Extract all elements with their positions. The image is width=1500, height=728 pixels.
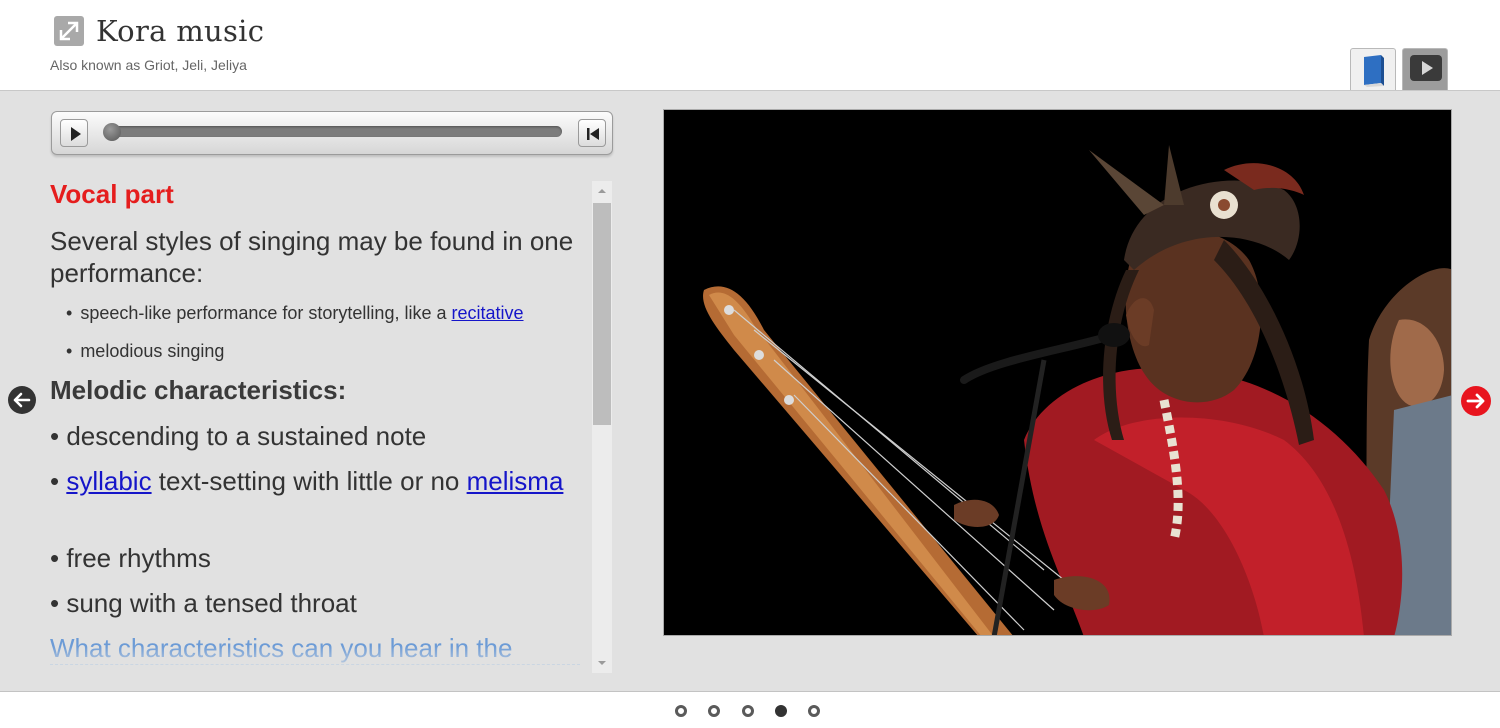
progress-track[interactable]	[104, 126, 562, 137]
list-item: • descending to a sustained note	[50, 421, 427, 451]
melisma-link[interactable]: melisma	[467, 466, 564, 496]
performer-photo	[663, 109, 1452, 636]
play-icon	[71, 127, 81, 141]
skip-back-icon	[587, 128, 599, 140]
melodic-heading: Melodic characteristics:	[50, 375, 347, 405]
progress-handle[interactable]	[103, 123, 121, 141]
list-item: • speech-like performance for storytellin…	[66, 303, 524, 323]
scrollbar[interactable]	[592, 181, 612, 673]
chevron-down-icon	[598, 661, 606, 665]
performer-image	[664, 110, 1451, 635]
list-item: • free rhythms	[50, 543, 211, 573]
page-dot-3[interactable]	[742, 705, 754, 717]
next-button[interactable]	[1460, 385, 1492, 417]
pager	[0, 705, 1500, 725]
list-item-text: free rhythms	[66, 543, 211, 573]
arrow-left-icon	[8, 386, 36, 414]
syllabic-link[interactable]: syllabic	[66, 466, 151, 496]
list-item: • melodious singing	[66, 341, 225, 361]
audio-player	[51, 111, 613, 155]
list-item-text: sung with a tensed throat	[66, 588, 357, 618]
chevron-up-icon	[598, 189, 606, 193]
play-button[interactable]	[60, 119, 88, 147]
list-item: • syllabic text-setting with little or n…	[50, 466, 564, 496]
scroll-up-button[interactable]	[592, 181, 612, 201]
page-dot-1[interactable]	[675, 705, 687, 717]
page-title: Kora music	[96, 14, 265, 48]
main-panel: Vocal part Several styles of singing may…	[0, 91, 1500, 692]
list-item-text: descending to a sustained note	[66, 421, 427, 451]
list-item-text: speech-like performance for storytelling…	[80, 303, 452, 323]
book-icon	[1364, 55, 1384, 87]
scroll-thumb[interactable]	[593, 203, 611, 425]
rewind-button[interactable]	[578, 119, 606, 147]
video-play-icon	[1410, 55, 1442, 81]
text-content: Vocal part Several styles of singing may…	[50, 179, 590, 671]
intro-text: Several styles of singing may be found i…	[50, 226, 574, 288]
page-dot-4[interactable]	[775, 705, 787, 717]
vocal-heading: Vocal part	[50, 179, 174, 209]
tab-text[interactable]	[1350, 48, 1396, 90]
arrow-right-icon	[1461, 386, 1491, 416]
scroll-down-button[interactable]	[592, 653, 612, 673]
list-item-text: melodious singing	[80, 341, 225, 361]
previous-button[interactable]	[7, 385, 37, 415]
list-item-text: text-setting with little or no	[151, 466, 467, 496]
page-dot-5[interactable]	[808, 705, 820, 717]
text-fade	[50, 646, 590, 674]
page-dot-2[interactable]	[708, 705, 720, 717]
expand-icon[interactable]	[54, 16, 84, 46]
page-subtitle: Also known as Griot, Jeli, Jeliya	[50, 57, 247, 73]
list-item: • sung with a tensed throat	[50, 588, 357, 618]
tab-video[interactable]	[1402, 48, 1448, 90]
recitative-link[interactable]: recitative	[451, 303, 523, 323]
header: Kora music Also known as Griot, Jeli, Je…	[0, 0, 1500, 91]
